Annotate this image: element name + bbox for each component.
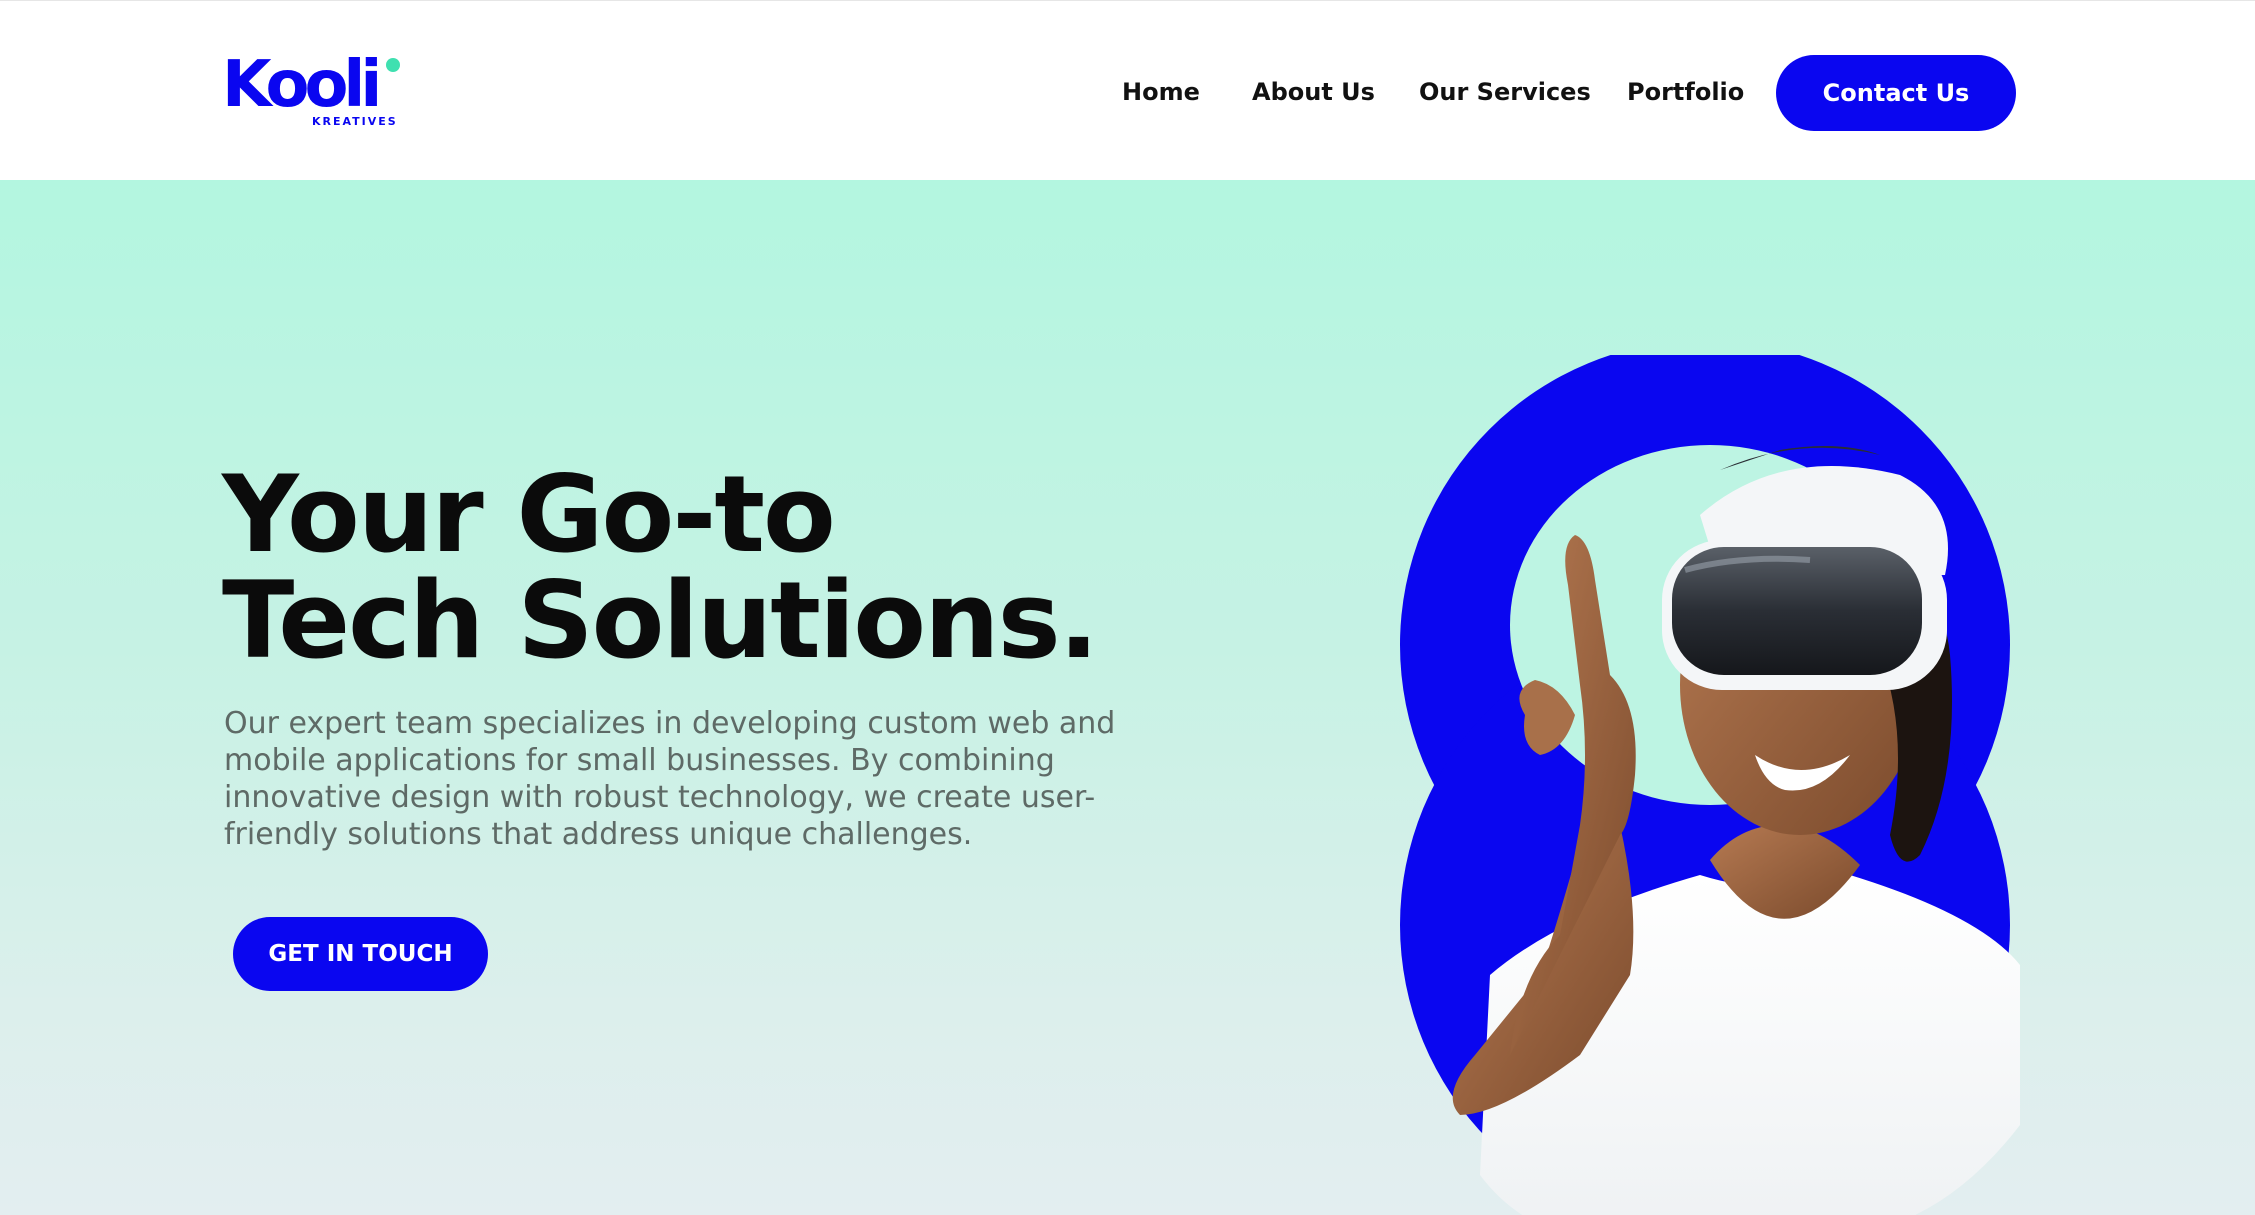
nav-item-portfolio[interactable]: Portfolio: [1627, 77, 1744, 107]
hero-image-vr-woman: [1020, 355, 2040, 1215]
main-navigation: Home About Us Our Services Portfolio Con…: [0, 55, 2255, 131]
hero-section: Your Go-to Tech Solutions. Our expert te…: [0, 180, 2255, 1215]
contact-us-button[interactable]: Contact Us: [1776, 55, 2016, 131]
site-header: Kooli KREATIVES Home About Us Our Servic…: [0, 0, 2255, 180]
nav-item-home[interactable]: Home: [1122, 77, 1200, 107]
hero-title-line-1: Your Go-to: [222, 453, 836, 576]
hero-description: Our expert team specializes in developin…: [224, 706, 1116, 852]
get-in-touch-button[interactable]: GET IN TOUCH: [233, 917, 488, 991]
nav-item-about-us[interactable]: About Us: [1252, 77, 1375, 107]
hero-title-line-2: Tech Solutions.: [222, 559, 1099, 682]
hero-illustration: [1400, 355, 2020, 1215]
hero-title: Your Go-to Tech Solutions.: [222, 462, 1122, 674]
nav-item-our-services[interactable]: Our Services: [1419, 77, 1591, 107]
